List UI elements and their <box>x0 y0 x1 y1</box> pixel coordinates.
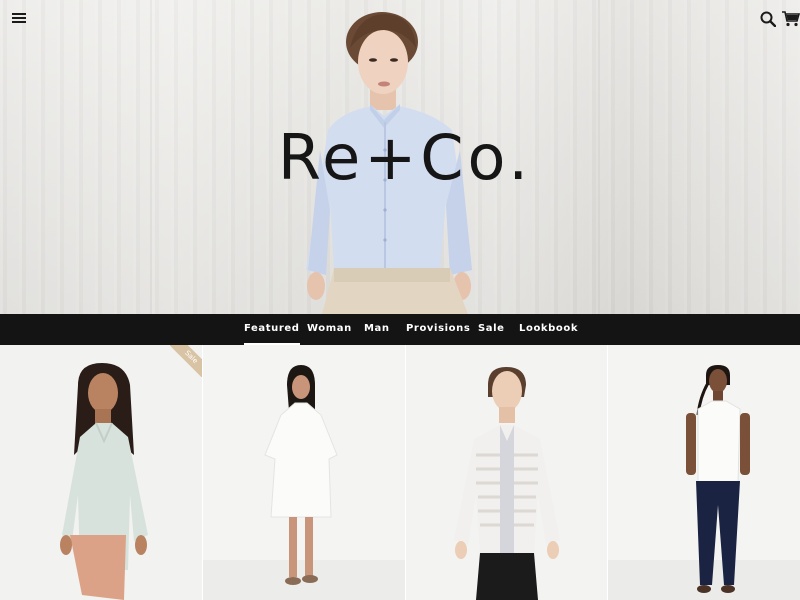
hamburger-menu-icon[interactable] <box>12 13 26 23</box>
main-navigation: Featured Woman Man Provisions Sale Lookb… <box>0 314 800 345</box>
hero-banner: Re+Co. <box>0 0 800 314</box>
product-card[interactable] <box>406 345 607 600</box>
nav-item-man[interactable]: Man <box>364 314 390 345</box>
hero-wall-crease <box>598 0 600 314</box>
nav-item-provisions[interactable]: Provisions <box>406 314 470 345</box>
product-card[interactable] <box>203 345 405 600</box>
sale-ribbon: Sale <box>170 345 202 377</box>
sale-ribbon-label: Sale <box>170 345 202 377</box>
nav-item-sale[interactable]: Sale <box>478 314 505 345</box>
nav-item-lookbook[interactable]: Lookbook <box>519 314 578 345</box>
brand-logo[interactable]: Re+Co. <box>250 118 560 198</box>
product-image <box>686 365 750 593</box>
product-grid: Sale <box>0 345 800 600</box>
product-card[interactable] <box>608 345 800 600</box>
product-image <box>454 367 560 600</box>
shopping-cart-icon[interactable] <box>782 11 800 27</box>
product-card[interactable]: Sale <box>0 345 202 600</box>
product-image <box>60 363 148 600</box>
product-image <box>264 365 338 585</box>
nav-item-woman[interactable]: Woman <box>307 314 352 345</box>
hero-wall-crease <box>150 0 152 314</box>
search-icon[interactable] <box>760 11 776 27</box>
nav-item-featured[interactable]: Featured <box>244 314 300 345</box>
